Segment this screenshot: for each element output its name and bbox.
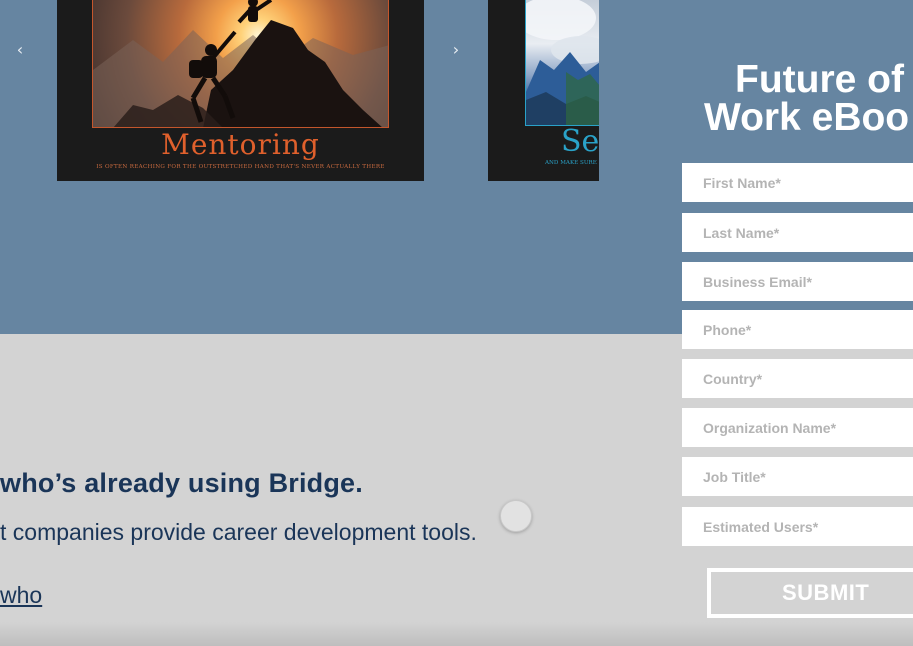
poster-title: Se — [561, 124, 599, 159]
job-title-field[interactable] — [682, 457, 913, 496]
organization-name-field[interactable] — [682, 408, 913, 447]
form-title-line-1: Future of — [735, 61, 904, 101]
chevron-right-icon[interactable]: › — [447, 38, 465, 62]
poster-tagline: And make sure — [545, 160, 597, 166]
poster-title: Mentoring — [161, 128, 320, 161]
first-name-field[interactable] — [682, 163, 913, 202]
poster-image — [92, 0, 389, 128]
poster-mentoring[interactable]: Mentoring Is often reaching for the outs… — [57, 0, 424, 181]
promo-subline: t companies provide career development t… — [0, 519, 477, 545]
country-field[interactable] — [682, 359, 913, 398]
mountain-landscape — [526, 0, 599, 125]
poster-image — [525, 0, 599, 126]
poster-tagline: Is often reaching for the outstretched h… — [96, 164, 385, 170]
last-name-field[interactable] — [682, 213, 913, 252]
promo-headline: who’s already using Bridge. — [0, 468, 363, 498]
business-email-field[interactable] — [682, 262, 913, 301]
submit-button[interactable]: SUBMIT — [707, 568, 913, 618]
estimated-users-field[interactable] — [682, 507, 913, 546]
bottom-shadow — [0, 622, 913, 646]
promo-link[interactable]: who — [0, 582, 42, 609]
chevron-left-icon[interactable]: ‹ — [11, 38, 29, 62]
cursor-indicator — [500, 500, 532, 532]
phone-field[interactable] — [682, 310, 913, 349]
climbers-silhouette — [93, 0, 388, 127]
form-title: Future of Work eBoo — [704, 61, 913, 137]
poster-setting[interactable]: Se And make sure — [488, 0, 599, 181]
form-title-line-2: Work eBoo — [704, 96, 910, 137]
